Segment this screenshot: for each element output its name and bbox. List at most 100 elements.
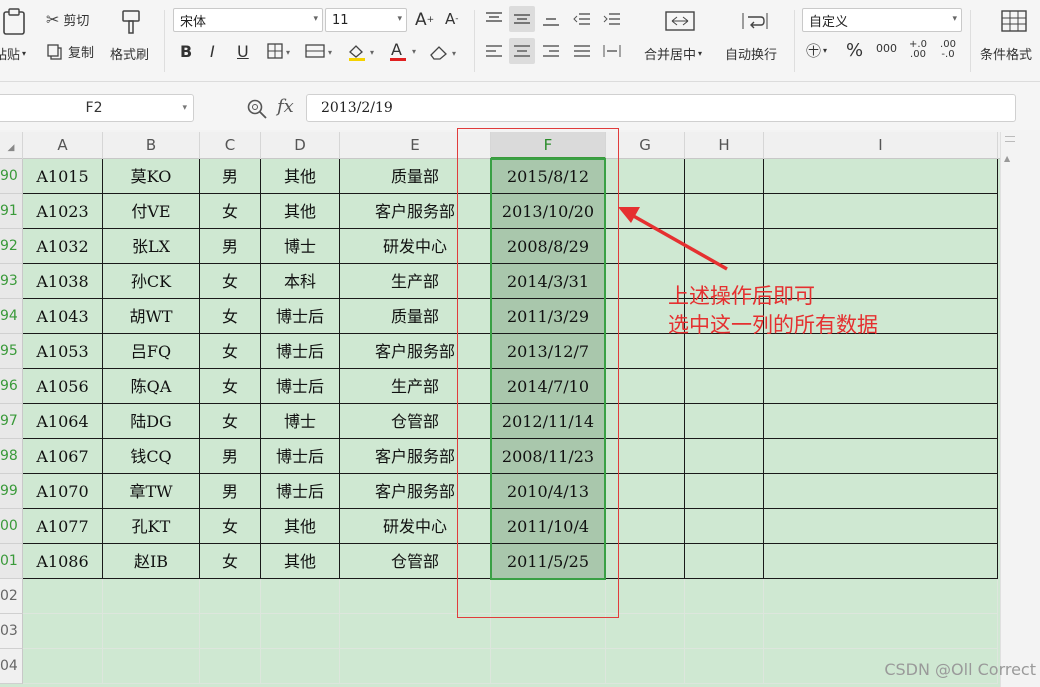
cell-d[interactable]: 博士 [261, 404, 340, 439]
cell-f[interactable]: 2013/12/7 [491, 334, 606, 369]
increase-font-icon[interactable]: A + [415, 10, 434, 30]
cell-g[interactable] [606, 229, 685, 264]
cell-a[interactable]: A1067 [23, 439, 103, 474]
empty-cell[interactable] [764, 614, 998, 649]
cell-f[interactable]: 2008/11/23 [491, 439, 606, 474]
cell-i[interactable] [764, 229, 998, 264]
row-header[interactable]: 04 [0, 649, 23, 684]
cell-e[interactable]: 客户服务部 [340, 474, 491, 509]
cell-g[interactable] [606, 439, 685, 474]
wrap-text-icon[interactable] [738, 8, 772, 34]
empty-cell[interactable] [491, 649, 606, 684]
cell-a[interactable]: A1043 [23, 299, 103, 334]
cell-g[interactable] [606, 404, 685, 439]
cell-c[interactable]: 女 [200, 404, 261, 439]
borders-button[interactable]: ▾ [266, 42, 296, 60]
empty-cell[interactable] [23, 649, 103, 684]
cell-f[interactable]: 2015/8/12 [491, 159, 606, 194]
cell-d[interactable]: 其他 [261, 509, 340, 544]
cell-b[interactable]: 陆DG [103, 404, 200, 439]
align-right-button[interactable] [538, 38, 564, 64]
empty-cell[interactable] [340, 649, 491, 684]
row-header[interactable]: 99 [0, 474, 23, 509]
currency-button[interactable]: ㊉ ▾ [806, 40, 827, 61]
cell-b[interactable]: 钱CQ [103, 439, 200, 474]
cell-a[interactable]: A1086 [23, 544, 103, 579]
decrease-decimal-button[interactable]: .00 -.0 [936, 40, 960, 60]
row-header[interactable]: 96 [0, 369, 23, 404]
empty-cell[interactable] [261, 579, 340, 614]
empty-cell[interactable] [491, 614, 606, 649]
cell-a[interactable]: A1023 [23, 194, 103, 229]
cell-e[interactable]: 质量部 [340, 299, 491, 334]
cell-b[interactable]: 章TW [103, 474, 200, 509]
cell-h[interactable] [685, 439, 764, 474]
thousands-button[interactable]: 000 [876, 42, 897, 55]
cell-a[interactable]: A1053 [23, 334, 103, 369]
format-painter-label[interactable]: 格式刷 [110, 44, 149, 63]
row-header[interactable]: 93 [0, 264, 23, 299]
zoom-search-icon[interactable] [246, 98, 268, 120]
cell-e[interactable]: 研发中心 [340, 229, 491, 264]
empty-cell[interactable] [606, 614, 685, 649]
increase-decimal-button[interactable]: +.0 .00 [906, 40, 930, 60]
empty-cell[interactable] [261, 649, 340, 684]
empty-cell[interactable] [261, 614, 340, 649]
cell-i[interactable] [764, 544, 998, 579]
align-middle-button[interactable] [509, 6, 535, 32]
cell-h[interactable] [685, 229, 764, 264]
cell-h[interactable] [685, 544, 764, 579]
cell-a[interactable]: A1032 [23, 229, 103, 264]
conditional-format-button[interactable]: 条件格式 [980, 44, 1032, 63]
cell-h[interactable] [685, 509, 764, 544]
empty-cell[interactable] [685, 579, 764, 614]
cell-c[interactable]: 女 [200, 544, 261, 579]
empty-cell[interactable] [23, 579, 103, 614]
select-all-corner[interactable]: ◢ [0, 132, 23, 159]
cell-d[interactable]: 博士后 [261, 474, 340, 509]
merge-center-button[interactable]: 合并居中 ▾ [644, 44, 702, 63]
column-header-i[interactable]: I [764, 132, 998, 159]
cell-c[interactable]: 女 [200, 334, 261, 369]
column-header-b[interactable]: B [103, 132, 200, 159]
cell-g[interactable] [606, 544, 685, 579]
cell-a[interactable]: A1077 [23, 509, 103, 544]
row-header[interactable]: 01 [0, 544, 23, 579]
empty-cell[interactable] [103, 614, 200, 649]
cell-i[interactable] [764, 369, 998, 404]
font-name-select[interactable]: 宋体 ▾ [173, 8, 323, 32]
cell-h[interactable] [685, 369, 764, 404]
cell-d[interactable]: 博士 [261, 229, 340, 264]
cell-f[interactable]: 2008/8/29 [491, 229, 606, 264]
cell-e[interactable]: 客户服务部 [340, 334, 491, 369]
cell-i[interactable] [764, 404, 998, 439]
italic-button[interactable]: I [210, 42, 215, 61]
cell-e[interactable]: 质量部 [340, 159, 491, 194]
cell-g[interactable] [606, 474, 685, 509]
cell-h[interactable] [685, 404, 764, 439]
cell-d[interactable]: 其他 [261, 194, 340, 229]
empty-cell[interactable] [685, 649, 764, 684]
cell-c[interactable]: 男 [200, 439, 261, 474]
cell-f[interactable]: 2011/10/4 [491, 509, 606, 544]
cell-e[interactable]: 生产部 [340, 264, 491, 299]
cell-d[interactable]: 博士后 [261, 334, 340, 369]
cell-i[interactable] [764, 439, 998, 474]
cell-d[interactable]: 博士后 [261, 299, 340, 334]
column-header-h[interactable]: H [685, 132, 764, 159]
align-top-button[interactable] [481, 6, 507, 32]
cell-b[interactable]: 孙CK [103, 264, 200, 299]
row-header[interactable]: 95 [0, 334, 23, 369]
cell-f[interactable]: 2014/7/10 [491, 369, 606, 404]
cell-b[interactable]: 张LX [103, 229, 200, 264]
font-size-select[interactable]: 11 ▾ [325, 8, 407, 32]
cell-g[interactable] [606, 194, 685, 229]
bold-button[interactable]: B [180, 42, 192, 61]
cut-button[interactable]: ✂ 剪切 [46, 10, 89, 29]
worksheet-grid[interactable]: ◢ ABCDEFGHI 90 A1015 莫KO 男其他 质量部 2015/8/12 91 A… [0, 128, 1000, 687]
cell-b[interactable]: 莫KO [103, 159, 200, 194]
name-box[interactable]: F2 ▾ [0, 94, 194, 122]
cell-b[interactable]: 赵IB [103, 544, 200, 579]
fx-button[interactable]: fx [277, 96, 294, 117]
cell-a[interactable]: A1064 [23, 404, 103, 439]
